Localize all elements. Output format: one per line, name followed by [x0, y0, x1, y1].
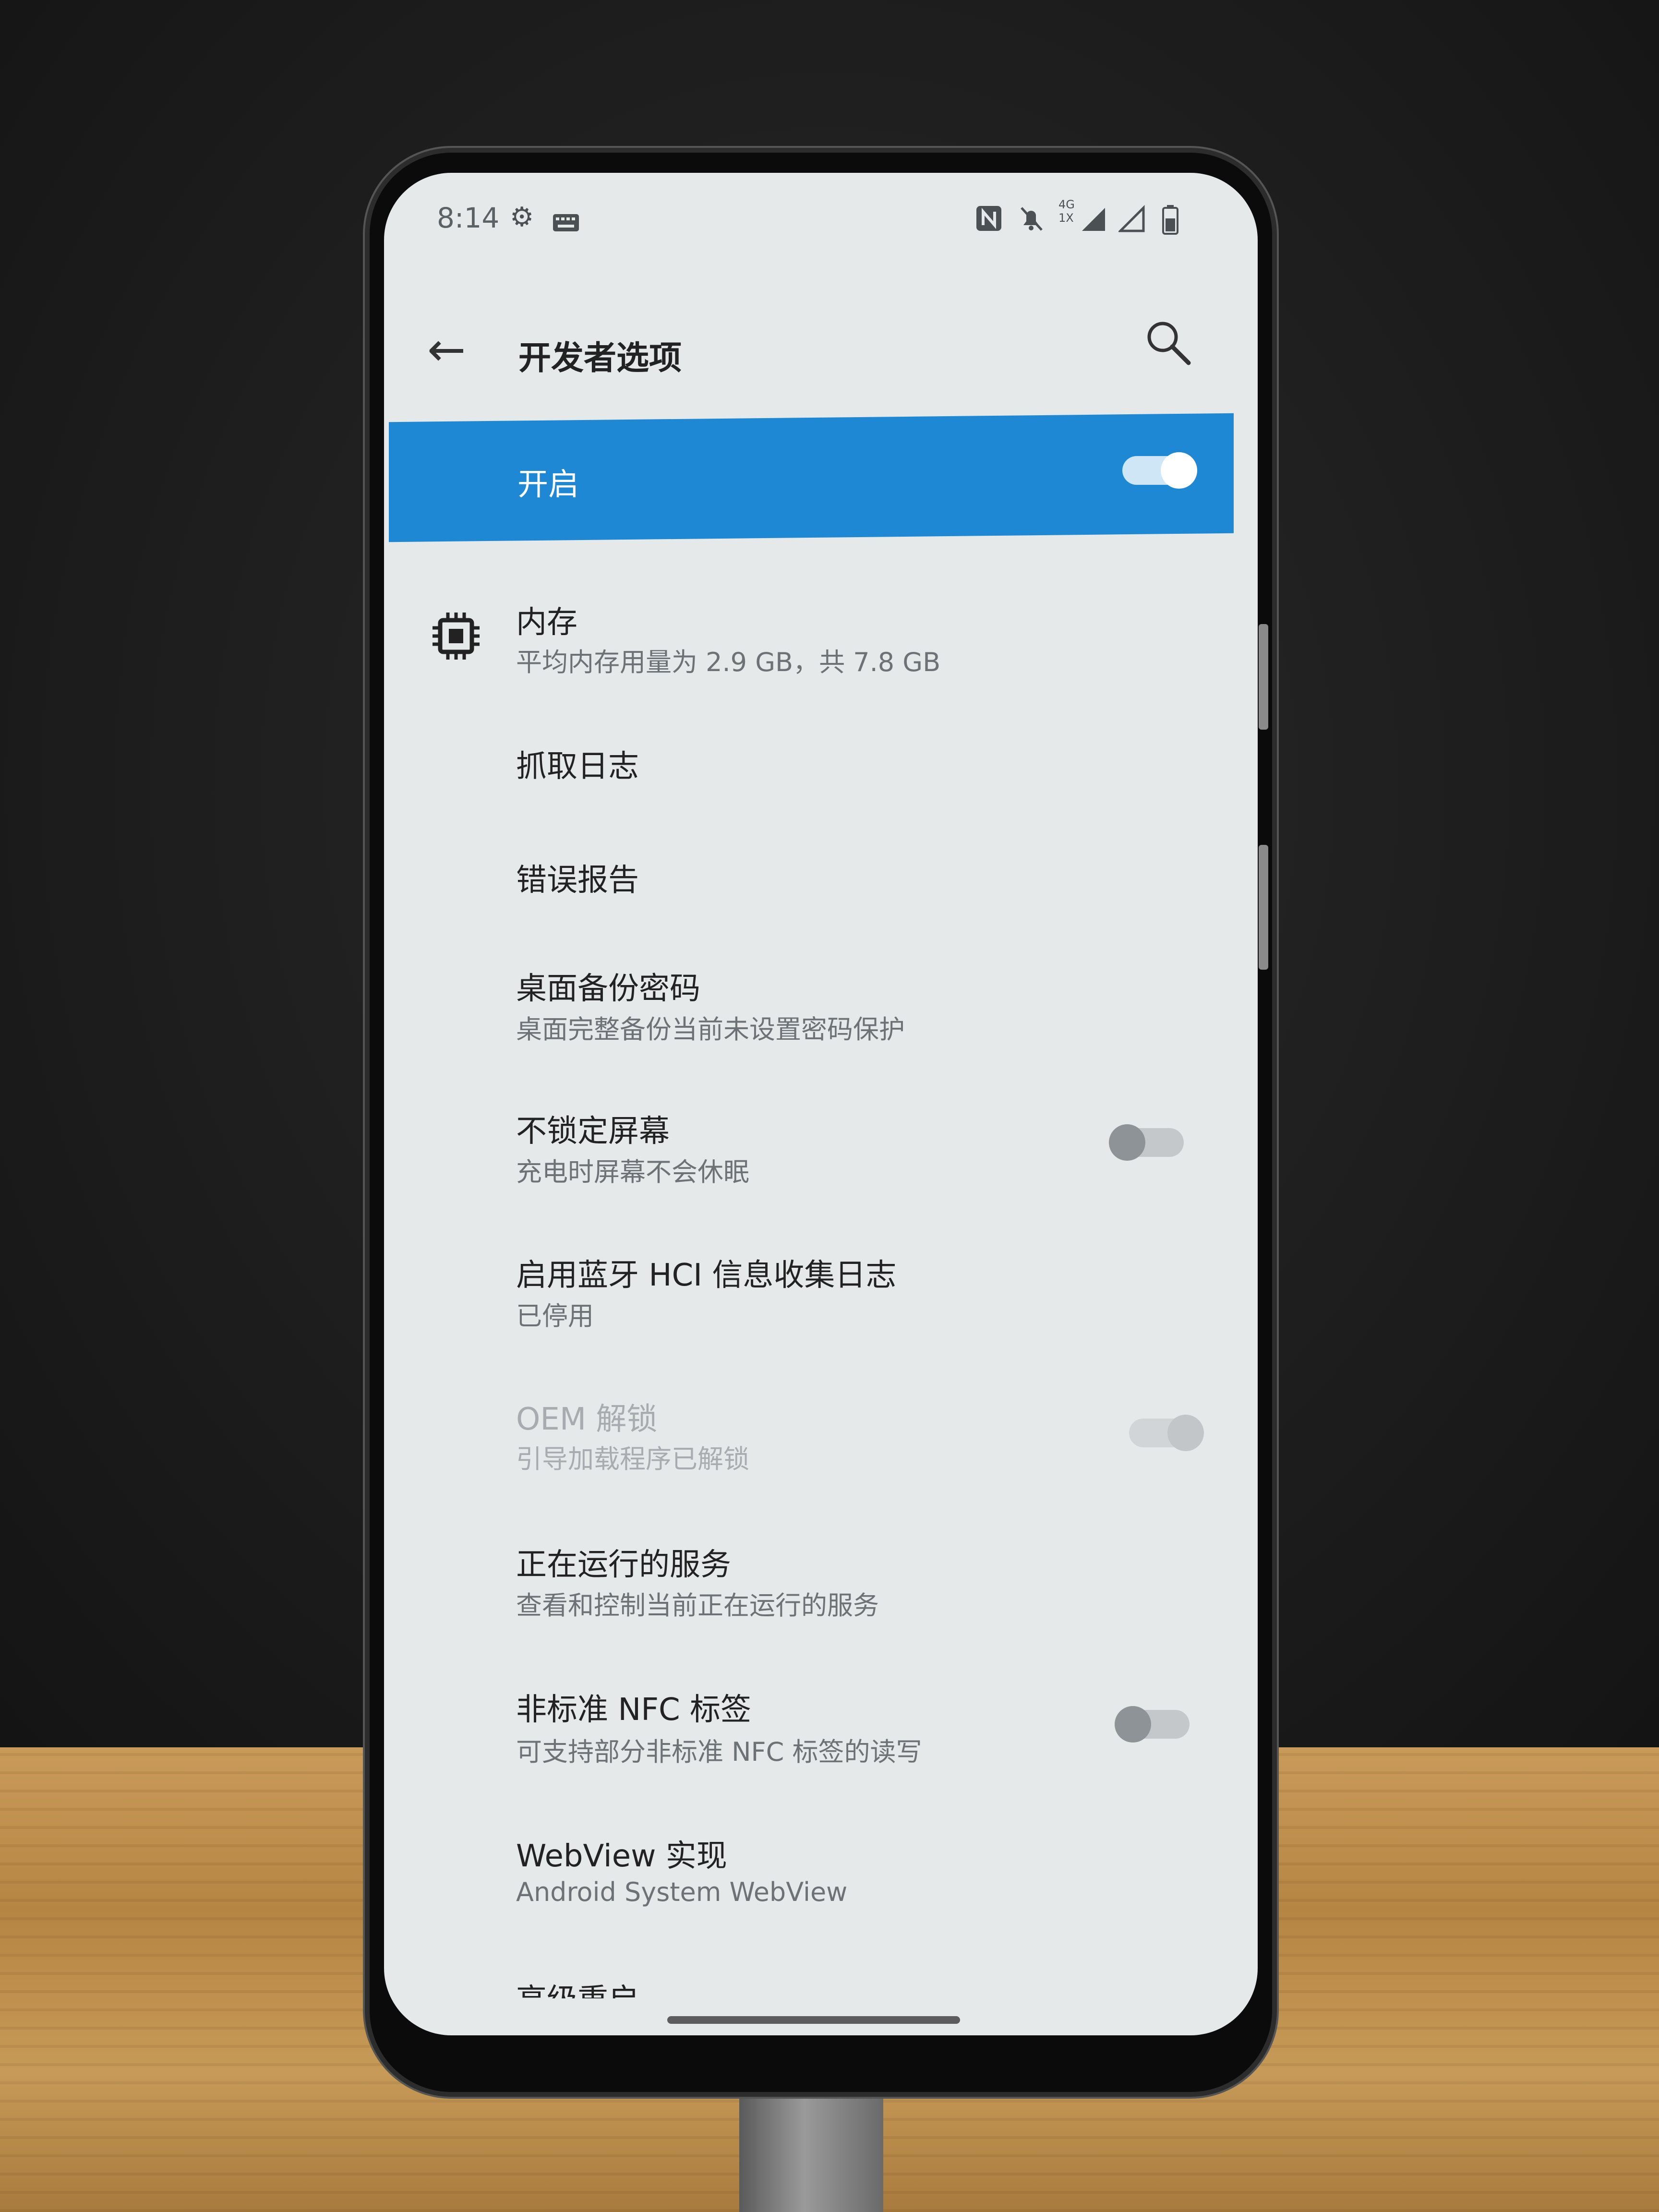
switch-knob: [1109, 1124, 1145, 1161]
phone-side-button: [1259, 845, 1268, 970]
signal-icon: [1117, 204, 1147, 238]
phone-side-button: [1259, 624, 1268, 730]
switch-knob: [1161, 452, 1197, 489]
search-icon[interactable]: [1142, 317, 1195, 370]
keyboard-icon: [552, 210, 580, 237]
memory-chip-icon: [430, 610, 482, 662]
back-arrow-icon[interactable]: ←: [427, 326, 466, 373]
setting-subtitle-running-services: 查看和控制当前正在运行的服务: [516, 1590, 879, 1621]
setting-title-nonstandard-nfc[interactable]: 非标准 NFC 标签: [516, 1685, 751, 1729]
setting-subtitle-webview: Android System WebView: [516, 1877, 848, 1907]
battery-icon: [1162, 204, 1179, 240]
enable-label: 开启: [517, 467, 579, 503]
setting-title-capture-log[interactable]: 抓取日志: [516, 742, 639, 786]
setting-title-webview[interactable]: WebView 实现: [516, 1831, 727, 1875]
4g-signal-icon: 4G 1X: [1058, 198, 1075, 225]
home-indicator[interactable]: [667, 2016, 960, 2024]
setting-title-stay-awake[interactable]: 不锁定屏幕: [516, 1106, 670, 1151]
setting-title-bug-report[interactable]: 错误报告: [516, 855, 639, 900]
setting-title-bt-hci-log[interactable]: 启用蓝牙 HCI 信息收集日志: [516, 1250, 896, 1295]
nfc-icon: [974, 204, 1003, 238]
setting-title-oem-unlock: OEM 解锁: [516, 1402, 658, 1437]
enable-switch[interactable]: [1122, 452, 1197, 489]
setting-subtitle-nonstandard-nfc: 可支持部分非标准 NFC 标签的读写: [516, 1737, 922, 1767]
stay-awake-switch[interactable]: [1109, 1124, 1184, 1161]
mute-icon: [1017, 204, 1046, 238]
setting-title-running-services[interactable]: 正在运行的服务: [516, 1540, 731, 1584]
signal-icon: [1080, 204, 1109, 238]
oem-unlock-switch: [1129, 1415, 1204, 1451]
status-time: 8:14: [437, 202, 500, 234]
network-label-top: 4G: [1058, 198, 1075, 211]
setting-title-desktop-backup[interactable]: 桌面备份密码: [516, 964, 700, 1008]
setting-title-advanced-reboot[interactable]: 高级重启: [516, 1975, 639, 1998]
setting-subtitle-desktop-backup: 桌面完整备份当前未设置密码保护: [516, 1014, 905, 1045]
setting-subtitle-stay-awake: 充电时屏幕不会休眠: [516, 1157, 749, 1187]
network-label-bottom: 1X: [1058, 211, 1074, 225]
page-title: 开发者选项: [518, 339, 682, 377]
setting-title-memory[interactable]: 内存: [516, 598, 577, 642]
enable-toggle-row[interactable]: [389, 413, 1234, 542]
nonstandard-nfc-switch[interactable]: [1115, 1706, 1190, 1743]
setting-subtitle-bt-hci-log: 已停用: [516, 1301, 594, 1331]
gear-icon: ⚙: [510, 202, 534, 233]
setting-subtitle-memory: 平均内存用量为 2.9 GB，共 7.8 GB: [516, 647, 941, 677]
switch-knob: [1115, 1706, 1151, 1743]
setting-subtitle-oem-unlock: 引导加载程序已解锁: [516, 1444, 749, 1474]
switch-knob: [1167, 1415, 1204, 1451]
